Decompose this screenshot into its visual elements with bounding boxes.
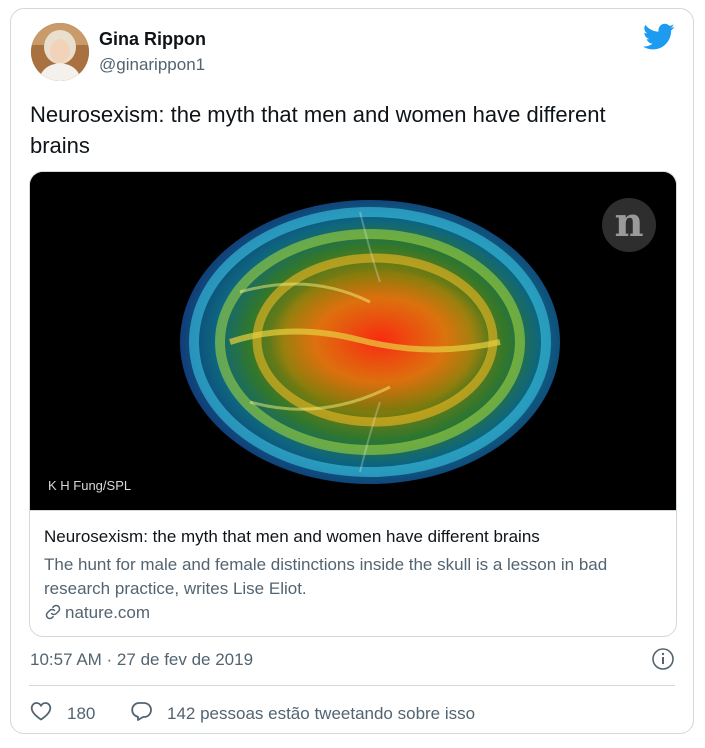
image-credit: K H Fung/SPL [48, 478, 132, 493]
like-count: 180 [67, 703, 96, 723]
tweet-card[interactable]: Gina Rippon @ginarippon1 Neurosexism: th… [10, 8, 694, 734]
heart-icon [29, 699, 67, 728]
avatar[interactable] [31, 23, 89, 81]
card-domain-text: nature.com [65, 603, 151, 622]
card-body[interactable]: Neurosexism: the myth that men and women… [30, 510, 676, 636]
author-handle[interactable]: @ginarippon1 [99, 55, 205, 75]
tweet-timestamp[interactable]: 10:57 AM · 27 de fev de 2019 [30, 650, 253, 670]
card-description: The hunt for male and female distinction… [44, 555, 608, 598]
divider [29, 685, 675, 686]
twitter-bird-icon[interactable] [643, 23, 675, 51]
info-icon[interactable] [651, 647, 675, 671]
card-domain[interactable]: nature.com [44, 603, 150, 623]
card-title: Neurosexism: the myth that men and women… [44, 527, 540, 546]
retweet-discussion-button[interactable]: 142 pessoas estão tweetando sobre isso [129, 699, 475, 728]
link-preview-card[interactable]: n K H Fung/SPL Neurosexism: the myth tha… [29, 171, 677, 637]
nature-logo: n [602, 198, 656, 252]
link-icon [44, 603, 62, 621]
like-button[interactable]: 180 [29, 699, 95, 728]
retweeting-text: 142 pessoas estão tweetando sobre isso [167, 703, 476, 723]
author-name[interactable]: Gina Rippon [99, 29, 206, 50]
brain-scan-image[interactable]: n K H Fung/SPL [30, 172, 676, 510]
reply-bubble-icon [129, 699, 167, 728]
tweet-text: Neurosexism: the myth that men and women… [30, 102, 606, 158]
